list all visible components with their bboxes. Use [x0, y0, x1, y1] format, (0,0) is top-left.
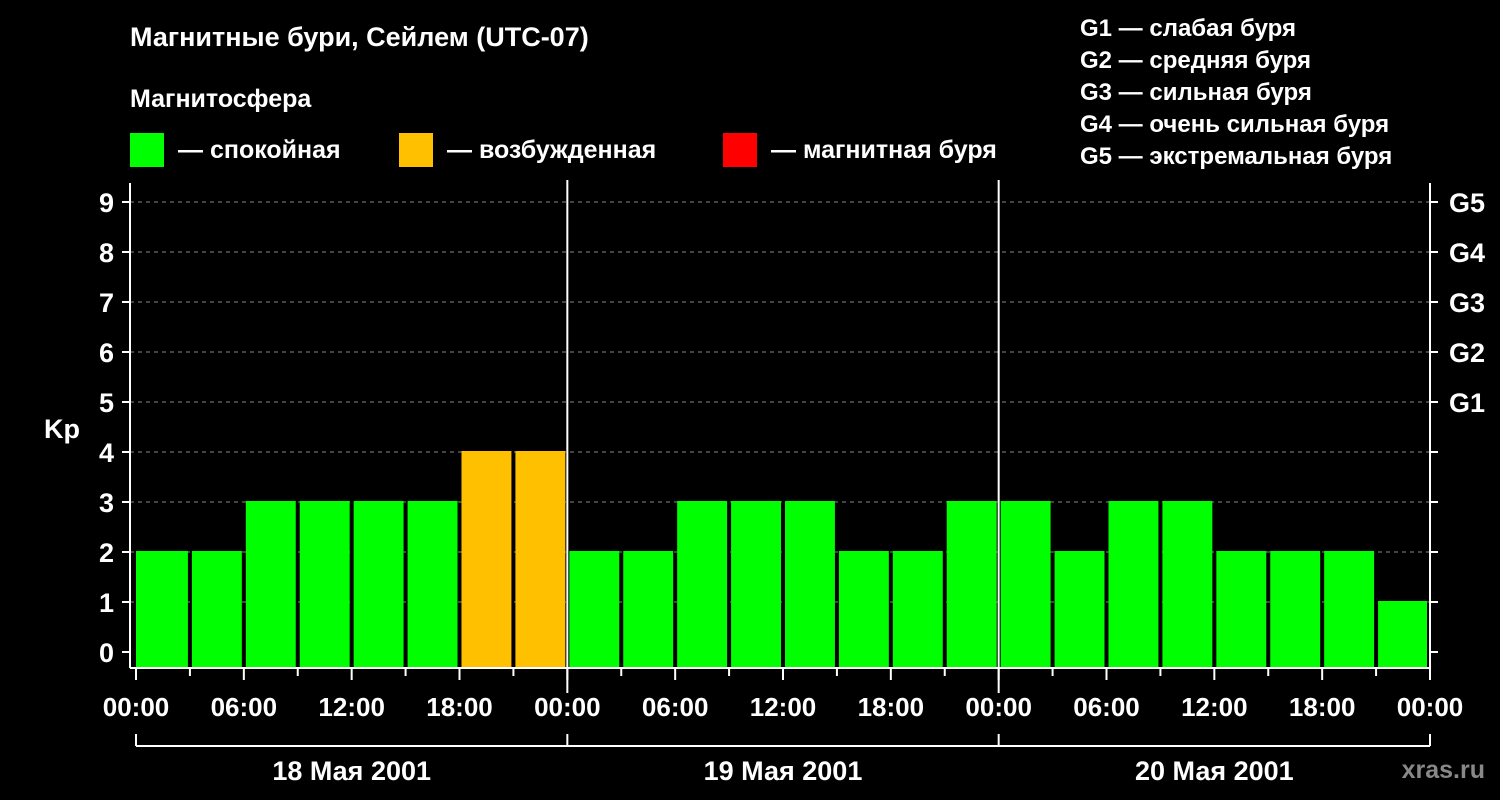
- y-tick-label: 3: [99, 488, 114, 518]
- bar: [623, 551, 674, 668]
- x-tick-label: 06:00: [1073, 692, 1140, 722]
- day-label: 18 Мая 2001: [272, 756, 431, 786]
- x-tick-label: 00:00: [103, 692, 170, 722]
- bar: [1270, 551, 1321, 668]
- bar: [353, 501, 404, 668]
- bar: [1000, 501, 1051, 668]
- y-tick-label: 9: [99, 188, 114, 218]
- x-tick-label: 18:00: [426, 692, 493, 722]
- day-label: 20 Мая 2001: [1135, 756, 1294, 786]
- y-axis-label: Kp: [44, 414, 80, 444]
- bar: [407, 501, 458, 668]
- bar: [136, 551, 188, 668]
- bar: [569, 551, 620, 668]
- bar: [1108, 501, 1159, 668]
- x-tick-label: 12:00: [318, 692, 385, 722]
- x-tick-label: 06:00: [211, 692, 278, 722]
- g-level-label: G4: [1449, 238, 1485, 268]
- g-level-label: G3: [1449, 288, 1485, 318]
- x-tick-label: 06:00: [642, 692, 709, 722]
- x-tick-label: 12:00: [750, 692, 817, 722]
- x-tick-label: 00:00: [965, 692, 1032, 722]
- x-tick-label: 18:00: [858, 692, 925, 722]
- day-label: 19 Мая 2001: [704, 756, 863, 786]
- g-level-label: G1: [1449, 388, 1485, 418]
- y-tick-label: 0: [99, 638, 114, 668]
- bar: [1054, 551, 1105, 668]
- bar: [191, 551, 242, 668]
- x-tick-label: 00:00: [1397, 692, 1464, 722]
- bar: [461, 451, 512, 668]
- watermark: xras.ru: [1402, 756, 1485, 784]
- y-tick-label: 5: [99, 388, 114, 418]
- bar: [731, 501, 781, 668]
- bar: [515, 451, 566, 668]
- bar: [1216, 551, 1267, 668]
- bar: [1162, 501, 1213, 668]
- g-level-label: G5: [1449, 188, 1485, 218]
- y-tick-label: 2: [99, 538, 114, 568]
- g-level-label: G2: [1449, 338, 1485, 368]
- y-tick-label: 1: [99, 588, 114, 618]
- bar: [677, 501, 728, 668]
- y-tick-label: 8: [99, 238, 114, 268]
- bar: [892, 551, 943, 668]
- x-tick-label: 12:00: [1181, 692, 1248, 722]
- bar: [1378, 601, 1427, 668]
- bar: [299, 501, 350, 668]
- y-tick-label: 7: [99, 288, 114, 318]
- bar: [785, 501, 835, 668]
- x-tick-label: 18:00: [1289, 692, 1356, 722]
- bar: [838, 551, 889, 668]
- kp-chart: Kp xras.ru 0 1 2 3 4 5 6 7 8 9 G1 G2 G3 G4 G5 00:00 06:0…: [44, 180, 1485, 786]
- y-tick-label: 4: [99, 438, 114, 468]
- bar: [1324, 551, 1375, 668]
- bar: [946, 501, 997, 668]
- bar: [245, 501, 296, 668]
- x-tick-label: 00:00: [534, 692, 601, 722]
- y-tick-label: 6: [99, 338, 114, 368]
